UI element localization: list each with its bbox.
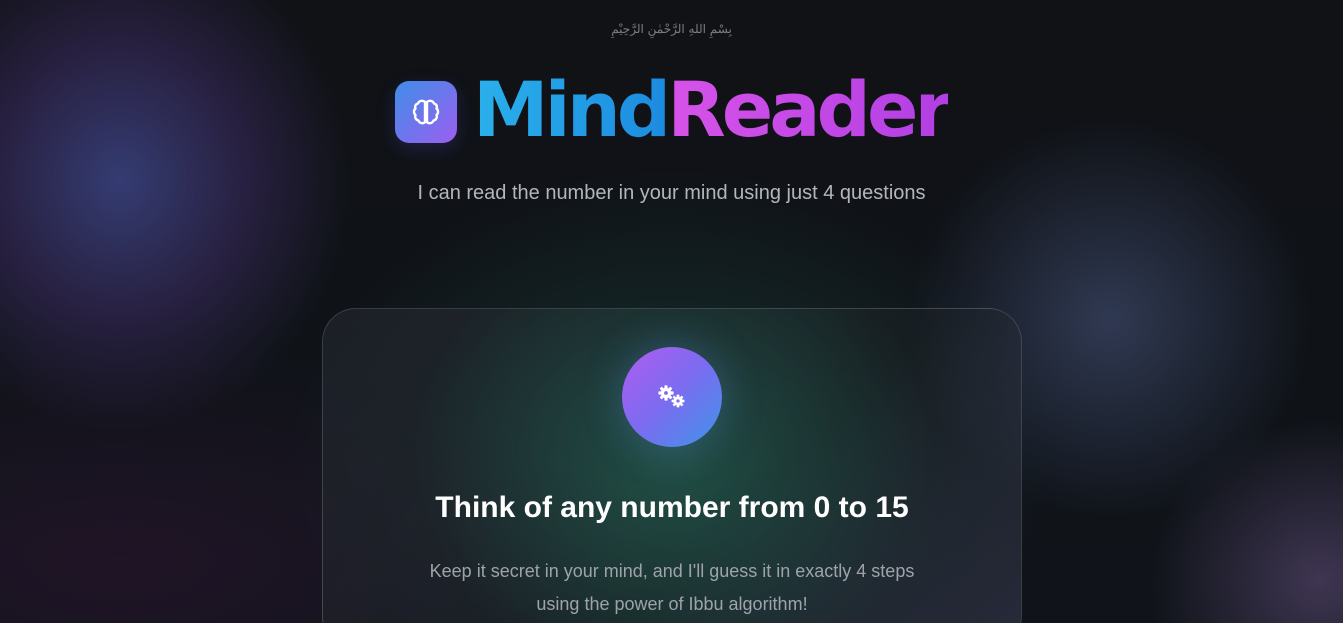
card-title: Think of any number from 0 to 15 xyxy=(435,491,909,524)
intro-card: Think of any number from 0 to 15 Keep it… xyxy=(322,308,1022,623)
tagline: I can read the number in your mind using… xyxy=(417,182,926,204)
bismillah-text: بِسْمِ اللهِ الرَّحْمٰنِ الرَّحِيْمِ xyxy=(611,22,732,36)
card-description: Keep it secret in your mind, and I'll gu… xyxy=(429,561,915,614)
app-logo xyxy=(395,81,458,143)
gear-badge xyxy=(622,347,722,447)
gears-icon xyxy=(658,385,685,408)
app-title: MindReader xyxy=(473,70,952,150)
app-title-reader: Reader xyxy=(667,65,952,154)
brand-header: MindReader xyxy=(0,70,1343,150)
brain-icon xyxy=(412,99,440,125)
app-title-mind: Mind xyxy=(473,65,671,154)
app-background: بِسْمِ اللهِ الرَّحْمٰنِ الرَّحِيْمِ Min… xyxy=(0,0,1343,623)
